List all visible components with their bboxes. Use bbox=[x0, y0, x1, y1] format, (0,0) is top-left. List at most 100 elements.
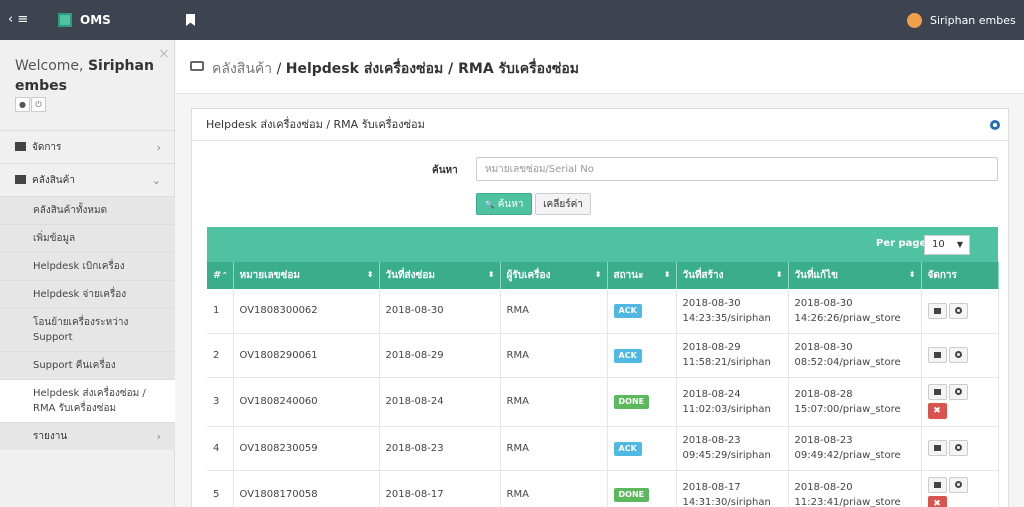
print-button[interactable] bbox=[927, 477, 947, 493]
chevron-right-icon: › bbox=[156, 141, 161, 154]
print-button[interactable] bbox=[927, 440, 947, 456]
submenu-helpdesk-repair-rma[interactable]: Helpdesk ส่งเครื่องซ่อม / RMA รับเครื่อง… bbox=[0, 379, 175, 422]
avatar[interactable] bbox=[907, 13, 922, 28]
column-header-receiver[interactable]: ผู้รับเครื่อง ⬍ bbox=[500, 262, 608, 289]
repair-table: #⌃ หมายเลขซ่อม ⬍ วันที่ส่งซ่อม ⬍ ผู้รับเคร… bbox=[207, 262, 999, 507]
view-button[interactable] bbox=[948, 302, 968, 319]
submenu-all-stock[interactable]: คลังสินค้าทั้งหมด bbox=[0, 196, 175, 224]
status-cell: ACK bbox=[607, 426, 677, 471]
receiver: RMA bbox=[500, 426, 608, 471]
submenu-helpdesk-withdraw[interactable]: Helpdesk เบิกเครื่อง bbox=[0, 252, 175, 280]
repair-number: OV1808300062 bbox=[233, 289, 380, 334]
table-row: 1 OV1808300062 2018-08-30 RMA ACK 2018-08-30 1… bbox=[207, 289, 999, 334]
print-button[interactable] bbox=[927, 384, 947, 400]
submenu-add-data[interactable]: เพิ่มข้อมูล bbox=[0, 224, 175, 252]
search-input[interactable] bbox=[476, 157, 998, 181]
caret-down-icon: ▼ bbox=[956, 240, 963, 249]
column-label: สถานะ bbox=[613, 270, 644, 281]
created-time-user: 14:23:35/siriphan bbox=[682, 312, 771, 324]
search-icon: 🔍 bbox=[484, 199, 495, 209]
created-date: 2018-08-24 bbox=[682, 388, 741, 400]
send-date: 2018-08-30 bbox=[379, 289, 501, 334]
clear-button[interactable]: เคลียร์ค่า bbox=[535, 193, 591, 215]
search-icon bbox=[954, 444, 962, 451]
sidebar-toggle-button[interactable]: ‹ ≡ bbox=[8, 12, 28, 27]
sidebar-item-label: จัดการ bbox=[32, 142, 62, 153]
view-button[interactable] bbox=[948, 440, 968, 456]
column-header-repair-no[interactable]: หมายเลขซ่อม ⬍ bbox=[233, 262, 380, 289]
view-button[interactable] bbox=[948, 384, 968, 400]
column-label: หมายเลขซ่อม bbox=[239, 270, 300, 281]
updated-cell: 2018-08-30 14:26:26/priaw_store bbox=[788, 289, 922, 334]
sidebar-item-warehouse[interactable]: คลังสินค้า ⌄ bbox=[0, 163, 175, 196]
breadcrumb-warehouse[interactable]: คลังสินค้า bbox=[212, 61, 272, 77]
updated-cell: 2018-08-30 08:52:04/priaw_store bbox=[788, 333, 922, 378]
submenu-transfer-support[interactable]: โอนย้ายเครื่องระหว่าง Support bbox=[0, 308, 175, 351]
column-header-number[interactable]: #⌃ bbox=[207, 262, 234, 289]
breadcrumb-current: Helpdesk ส่งเครื่องซ่อม / RMA รับเครื่อง… bbox=[285, 61, 579, 77]
sort-icon: ⬍ bbox=[594, 270, 602, 279]
per-page-select[interactable]: 10 ▼ bbox=[924, 235, 970, 255]
search-button[interactable]: 🔍 ค้นหา bbox=[476, 193, 532, 215]
created-time-user: 14:31:30/siriphan bbox=[682, 496, 771, 507]
logout-button[interactable]: ⏻ bbox=[31, 97, 46, 112]
inbox-icon bbox=[190, 61, 204, 71]
created-cell: 2018-08-17 14:31:30/siriphan bbox=[676, 470, 789, 507]
updated-date: 2018-08-30 bbox=[794, 342, 853, 353]
delete-button[interactable]: ✖ bbox=[927, 403, 947, 419]
user-icon: ● bbox=[19, 100, 26, 109]
view-button[interactable] bbox=[948, 347, 968, 363]
table-row: 2 OV1808290061 2018-08-29 RMA ACK 2018-08-29 1… bbox=[207, 333, 999, 378]
created-time-user: 11:58:21/siriphan bbox=[682, 357, 771, 368]
status-badge: DONE bbox=[613, 488, 650, 502]
sidebar-item-report[interactable]: รายงาน › bbox=[0, 422, 175, 450]
welcome-message: Welcome, Siriphan embes bbox=[15, 56, 165, 96]
brand-name[interactable]: OMS bbox=[80, 13, 111, 27]
status-badge: ACK bbox=[613, 441, 642, 456]
actions-cell bbox=[921, 333, 999, 378]
column-header-updated[interactable]: วันที่แก้ไข ⬍ bbox=[788, 262, 922, 289]
column-header-created[interactable]: วันที่สร้าง ⬍ bbox=[676, 262, 789, 289]
table-row: 3 OV1808240060 2018-08-24 RMA DONE 2018-08-24… bbox=[207, 377, 999, 427]
sidebar-item-manage[interactable]: จัดการ › bbox=[0, 130, 175, 163]
created-date: 2018-08-23 bbox=[682, 435, 741, 446]
user-actions: ● ⏻ bbox=[15, 97, 47, 112]
send-date: 2018-08-24 bbox=[379, 377, 501, 427]
updated-cell: 2018-08-23 09:49:42/priaw_store bbox=[788, 426, 922, 471]
print-button[interactable] bbox=[927, 302, 947, 319]
row-number: 4 bbox=[207, 426, 234, 471]
receiver: RMA bbox=[500, 377, 608, 427]
created-date: 2018-08-17 bbox=[682, 481, 741, 493]
receiver: RMA bbox=[500, 470, 608, 507]
gear-icon[interactable] bbox=[990, 120, 1000, 130]
column-header-send-date[interactable]: วันที่ส่งซ่อม ⬍ bbox=[379, 262, 501, 289]
profile-button[interactable]: ● bbox=[15, 97, 30, 112]
created-time-user: 11:02:03/siriphan bbox=[682, 403, 771, 415]
panel-heading: Helpdesk ส่งเครื่องซ่อม / RMA รับเครื่อง… bbox=[192, 109, 1008, 141]
created-time-user: 09:45:29/siriphan bbox=[682, 450, 771, 461]
search-icon bbox=[954, 388, 962, 395]
bookmark-icon[interactable] bbox=[186, 14, 195, 26]
view-button[interactable] bbox=[948, 477, 968, 493]
column-label: วันที่สร้าง bbox=[682, 270, 724, 281]
column-header-status[interactable]: สถานะ ⬍ bbox=[607, 262, 677, 289]
print-button[interactable] bbox=[927, 347, 947, 363]
status-cell: DONE bbox=[607, 470, 677, 507]
repair-panel: Helpdesk ส่งเครื่องซ่อม / RMA รับเครื่อง… bbox=[191, 108, 1009, 507]
delete-button[interactable]: ✖ bbox=[927, 496, 947, 507]
repair-number: OV1808240060 bbox=[233, 377, 380, 427]
sort-icon: ⬍ bbox=[366, 270, 374, 279]
created-cell: 2018-08-23 09:45:29/siriphan bbox=[676, 426, 789, 471]
print-icon bbox=[933, 352, 941, 358]
row-number: 2 bbox=[207, 333, 234, 378]
per-page-label: Per page: bbox=[876, 238, 931, 249]
toggle-arrow-icon: ‹ bbox=[8, 12, 14, 27]
row-number: 3 bbox=[207, 377, 234, 427]
repair-number: OV1808290061 bbox=[233, 333, 380, 378]
repair-number: OV1808170058 bbox=[233, 470, 380, 507]
submenu-support-return[interactable]: Support คืนเครื่อง bbox=[0, 351, 175, 379]
user-name[interactable]: Siriphan embes bbox=[930, 14, 1016, 27]
status-badge: ACK bbox=[613, 348, 642, 363]
submenu-helpdesk-dispense[interactable]: Helpdesk จ่ายเครื่อง bbox=[0, 280, 175, 308]
breadcrumb-separator: / bbox=[272, 61, 286, 77]
